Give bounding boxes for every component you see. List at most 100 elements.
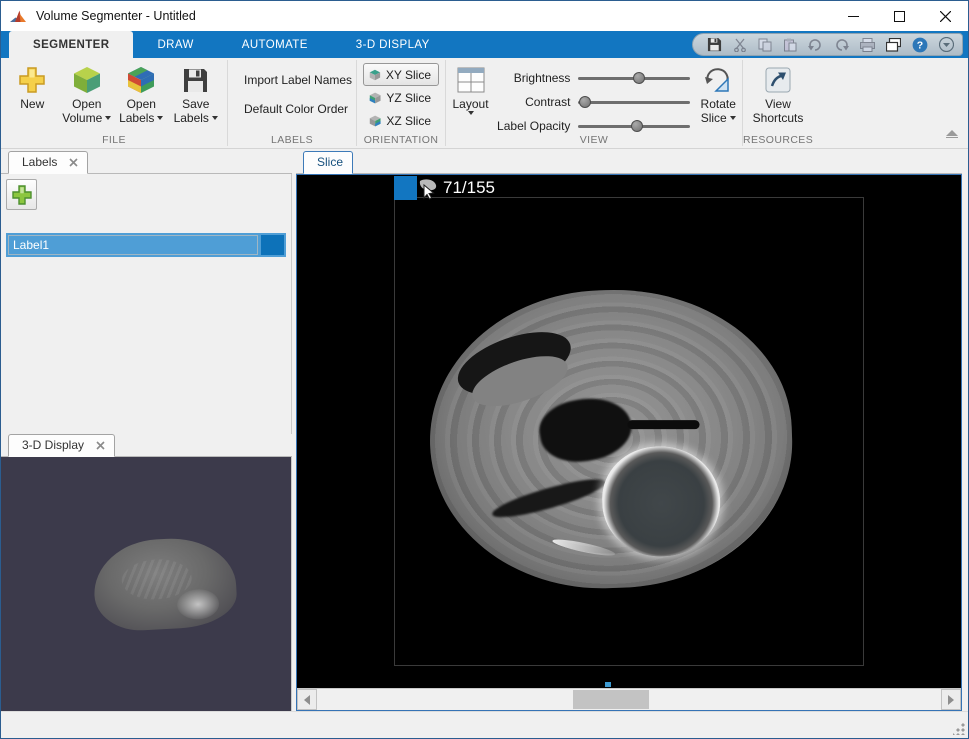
dropdown-arrow-icon [212, 116, 218, 120]
open-labels-button[interactable]: Open Labels [116, 63, 167, 125]
add-label-button[interactable] [6, 179, 37, 210]
xz-slice-button[interactable]: XZ Slice [363, 109, 439, 132]
dropdown-arrow-icon [157, 116, 163, 120]
yz-cube-icon [369, 90, 381, 106]
section-view: Layout Brightness Contrast Label Opacity [446, 58, 742, 148]
labels-tab[interactable]: Labels [8, 151, 88, 174]
labels-list: Label1 [1, 174, 292, 434]
qat-more-icon[interactable] [939, 37, 954, 52]
section-file: New Open Volume Open Labels Save Labels [1, 58, 227, 148]
maximize-button[interactable] [876, 1, 922, 31]
scrollbar-track[interactable] [317, 689, 941, 710]
mouse-cursor-icon [415, 177, 441, 208]
slice-number-indicator: 71/155 [443, 178, 495, 198]
arrow-right-icon [948, 695, 954, 705]
label-opacity-slider-thumb[interactable] [631, 120, 643, 132]
layout-button[interactable]: Layout [452, 63, 489, 115]
shortcuts-icon [765, 67, 791, 93]
open-volume-button[interactable]: Open Volume [62, 63, 113, 125]
horizontal-scrollbar[interactable] [297, 688, 961, 710]
resize-grip[interactable] [953, 723, 965, 735]
section-label-view: VIEW [446, 134, 742, 146]
dropdown-arrow-icon [468, 111, 474, 115]
label-opacity-slider[interactable] [578, 125, 690, 128]
windows-layout-icon[interactable] [886, 38, 901, 52]
xy-cube-icon [369, 67, 381, 83]
tab-automate[interactable]: AUTOMATE [218, 31, 332, 58]
section-label-orientation: ORIENTATION [357, 134, 445, 146]
tab-segmenter[interactable]: SEGMENTER [9, 31, 133, 58]
label-opacity-label: Label Opacity [497, 119, 570, 133]
workspace: Labels Label1 [1, 149, 968, 711]
import-label-names-button[interactable]: Import Label Names [234, 68, 350, 92]
close-tab-icon[interactable] [96, 441, 105, 450]
section-labels: Import Label Names Default Color Order L… [228, 58, 356, 148]
section-label-labels: LABELS [228, 134, 356, 146]
collapse-toolstrip-button[interactable] [946, 125, 958, 143]
close-icon [940, 11, 951, 22]
scroll-left-button[interactable] [297, 689, 317, 710]
quick-access-toolbar: ? [692, 33, 963, 56]
arrow-left-icon [304, 695, 310, 705]
window-title: Volume Segmenter - Untitled [36, 9, 196, 23]
brain-3d-render [92, 535, 239, 632]
new-button[interactable]: New [7, 63, 58, 125]
toolstrip-tab-bar: SEGMENTER DRAW AUTOMATE 3-D DISPLAY ? [1, 31, 968, 58]
contrast-slider-thumb[interactable] [579, 96, 591, 108]
save-labels-button[interactable]: Save Labels [171, 63, 222, 125]
scroll-position-tick [605, 682, 611, 687]
redo-icon [834, 38, 849, 51]
left-column: Labels Label1 [1, 151, 292, 711]
slice-tab[interactable]: Slice [303, 151, 353, 174]
cut-icon [733, 38, 747, 52]
label-name[interactable]: Label1 [8, 235, 258, 255]
layout-icon [457, 67, 485, 93]
slice-view: 71/155 [296, 174, 962, 711]
dropdown-arrow-icon [730, 116, 736, 120]
brightness-label: Brightness [497, 71, 570, 85]
default-color-order-button[interactable]: Default Color Order [234, 97, 350, 121]
minimize-icon [848, 11, 859, 22]
rotate-slice-icon [704, 67, 732, 93]
maximize-icon [894, 11, 905, 22]
slice-panel-tab-bar: Slice [296, 151, 962, 174]
close-tab-icon[interactable] [69, 158, 78, 167]
display3d-panel-tab-bar: 3-D Display [1, 434, 292, 457]
label-list-item[interactable]: Label1 [6, 233, 286, 257]
xy-slice-button[interactable]: XY Slice [363, 63, 439, 86]
matlab-logo-icon [10, 9, 27, 24]
undo-icon [808, 38, 823, 51]
brightness-slider-thumb[interactable] [633, 72, 645, 84]
yz-slice-button[interactable]: YZ Slice [363, 86, 439, 109]
view-shortcuts-button[interactable]: View Shortcuts [749, 63, 807, 125]
labels-cube-icon [126, 65, 156, 95]
contrast-label: Contrast [497, 95, 570, 109]
help-icon[interactable]: ? [912, 37, 928, 53]
display3d-view[interactable] [1, 457, 292, 711]
tab-3d-display[interactable]: 3-D DISPLAY [332, 31, 454, 58]
save-icon[interactable] [707, 37, 722, 52]
contrast-slider[interactable] [578, 101, 690, 104]
scrollbar-thumb[interactable] [573, 690, 649, 709]
section-orientation: XY Slice YZ Slice XZ Slice ORIENTATION [357, 58, 445, 148]
scroll-right-button[interactable] [941, 689, 961, 710]
display3d-tab[interactable]: 3-D Display [8, 434, 115, 457]
toolstrip: New Open Volume Open Labels Save Labels [1, 58, 968, 149]
section-resources: View Shortcuts RESOURCES [743, 58, 813, 148]
brightness-slider[interactable] [578, 77, 690, 80]
close-button[interactable] [922, 1, 968, 31]
save-labels-icon [182, 67, 209, 94]
app-window: Volume Segmenter - Untitled SEGMENTER DR… [0, 0, 969, 739]
tab-draw[interactable]: DRAW [133, 31, 217, 58]
slice-tab-label: Slice [317, 155, 343, 169]
label-color-swatch[interactable] [261, 235, 284, 255]
slice-slider-handle[interactable] [394, 176, 417, 200]
new-plus-icon [18, 66, 46, 94]
rotate-slice-button[interactable]: Rotate Slice [700, 63, 736, 125]
section-label-file: FILE [1, 134, 227, 146]
svg-text:?: ? [917, 39, 923, 51]
display3d-tab-label: 3-D Display [22, 438, 84, 452]
labels-panel: Labels Label1 [1, 151, 292, 434]
slice-viewport[interactable]: 71/155 [297, 175, 961, 688]
minimize-button[interactable] [830, 1, 876, 31]
